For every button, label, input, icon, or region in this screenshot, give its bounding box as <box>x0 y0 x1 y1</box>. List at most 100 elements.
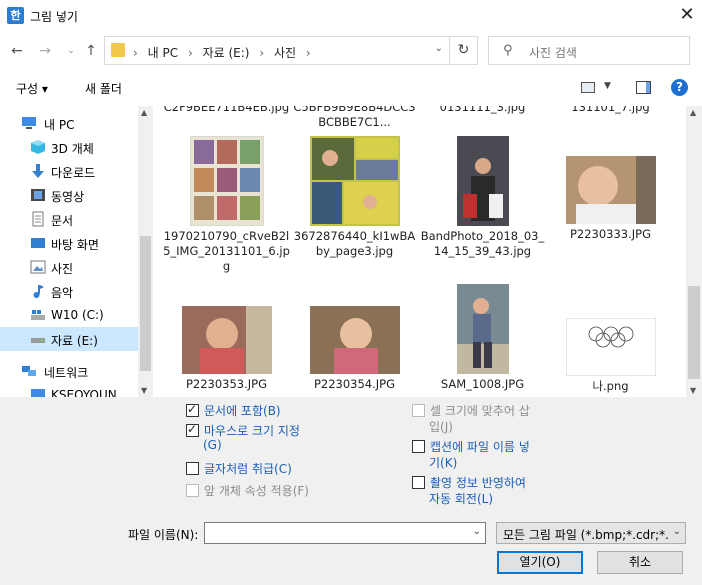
content-scroll-thumb[interactable] <box>688 286 700 379</box>
insert-options-panel: 문서에 포함(B) 마우스로 크기 지정 (G) 글자처럼 취급(C) 앞 개체… <box>0 397 702 585</box>
nav-item-downloads[interactable]: 다운로드 <box>0 159 138 183</box>
view-dropdown-icon[interactable]: ▼ <box>604 81 611 91</box>
back-arrow-icon[interactable]: ← <box>8 42 26 60</box>
checkbox-checked[interactable] <box>186 402 199 417</box>
nav-item-label: KSEOYOUN <box>51 388 117 397</box>
new-folder-button[interactable]: 새 폴더 <box>85 80 122 97</box>
navigation-pane: 내 PC 3D 개체 다운로드 동영상 문서 바탕 화면 사진 음악 W10 (… <box>0 106 153 397</box>
option-label: 자동 회전(L) <box>429 492 494 506</box>
close-icon[interactable]: ✕ <box>672 0 702 32</box>
recent-dropdown-icon[interactable]: ⌄ <box>62 42 80 60</box>
file-item[interactable]: BandPhoto_2018_03_14_15_39_43.jpg <box>419 136 546 259</box>
filetype-select[interactable]: 모든 그림 파일 (*.bmp;*.cdr;*.c ⌄ <box>496 522 686 544</box>
scroll-up-icon[interactable]: ▲ <box>690 108 696 117</box>
breadcrumb-drive-e[interactable]: 자료 (E:) <box>203 46 250 60</box>
include-in-doc-checkbox[interactable]: 문서에 포함(B) <box>186 402 281 419</box>
nav-item-label: 음악 <box>51 286 74 300</box>
search-icon: ⚲ <box>503 43 513 58</box>
checkbox-unchecked[interactable] <box>412 440 425 453</box>
nav-item-3d-objects[interactable]: 3D 개체 <box>0 135 138 159</box>
file-item[interactable]: 나.png <box>547 284 674 394</box>
drive-icon <box>31 338 45 343</box>
command-bar: 구성 ▾ 새 폴더 ▼ ? <box>0 70 702 106</box>
scroll-up-icon[interactable]: ▲ <box>141 108 150 117</box>
breadcrumb: › 내 PC › 자료 (E:) › 사진 › <box>133 44 317 61</box>
refresh-icon[interactable]: ↻ <box>449 37 477 64</box>
help-icon[interactable]: ? <box>671 79 688 96</box>
file-name: 0131111_3.jpg <box>439 106 526 114</box>
filetype-dropdown-icon[interactable]: ⌄ <box>673 526 681 537</box>
nav-item-label: 자료 (E:) <box>51 334 98 348</box>
nav-item-kseoyoun[interactable]: KSEOYOUN <box>0 383 138 397</box>
option-label: 기(K) <box>429 456 458 470</box>
file-name: C5BFB9B9E8B4DCC3BCBBE7C1... <box>293 106 416 129</box>
checkbox-disabled[interactable] <box>186 484 199 497</box>
nav-item-network[interactable]: 네트워크 <box>0 359 138 383</box>
forward-arrow-icon[interactable]: → <box>36 42 54 60</box>
option-label: 캡션에 파일 이름 넣 <box>430 440 530 454</box>
file-item[interactable]: C5BFB9B9E8B4DCC3BCBBE7C1... <box>291 106 418 130</box>
checkbox-unchecked[interactable] <box>186 462 199 475</box>
nav-item-music[interactable]: 음악 <box>0 279 138 303</box>
windows-drive-icon <box>31 310 45 320</box>
pc-icon <box>22 117 36 129</box>
scroll-down-icon[interactable]: ▼ <box>690 386 696 395</box>
up-arrow-icon[interactable]: ↑ <box>82 42 100 60</box>
nav-item-label: 3D 개체 <box>51 142 94 156</box>
organize-menu[interactable]: 구성 ▾ <box>16 80 48 97</box>
file-name: SAM_1008.JPG <box>440 377 525 391</box>
nav-item-label: 문서 <box>51 214 74 228</box>
breadcrumb-separator: › <box>305 46 311 60</box>
preview-pane-icon[interactable] <box>636 81 651 94</box>
nav-item-desktop[interactable]: 바탕 화면 <box>0 231 138 255</box>
breadcrumb-pictures[interactable]: 사진 <box>274 46 296 60</box>
nav-item-drive-e[interactable]: 자료 (E:) <box>0 327 138 351</box>
nav-item-videos[interactable]: 동영상 <box>0 183 138 207</box>
address-bar[interactable]: › 내 PC › 자료 (E:) › 사진 › ⌄ ↻ <box>104 36 478 65</box>
checkbox-checked[interactable] <box>186 422 199 437</box>
scroll-down-icon[interactable]: ▼ <box>141 386 150 395</box>
file-item[interactable]: P2230353.JPG <box>163 284 290 392</box>
size-by-mouse-checkbox[interactable]: 마우스로 크기 지정 <box>186 422 300 439</box>
file-item[interactable]: P2230333.JPG <box>547 136 674 242</box>
auto-rotate-checkbox[interactable]: 촬영 정보 반영하여 <box>412 474 526 491</box>
nav-item-pictures[interactable]: 사진 <box>0 255 138 279</box>
option-label: 촬영 정보 반영하여 <box>430 476 526 490</box>
option-label-continuation: (G) <box>203 438 222 452</box>
filename-input[interactable]: ⌄ <box>204 522 486 544</box>
address-dropdown-icon[interactable]: ⌄ <box>435 43 443 54</box>
content-scrollbar[interactable]: ▲ ▼ <box>686 106 702 397</box>
image-thumbnail <box>309 136 400 226</box>
open-button[interactable]: 열기(O) <box>497 551 583 574</box>
view-mode-icon[interactable] <box>581 82 595 93</box>
breadcrumb-this-pc[interactable]: 내 PC <box>148 46 178 60</box>
file-item[interactable]: 131101_7.jpg <box>547 106 674 115</box>
breadcrumb-separator: › <box>259 46 265 60</box>
nav-item-this-pc[interactable]: 내 PC <box>0 111 138 135</box>
file-item[interactable]: P2230354.JPG <box>291 284 418 392</box>
nav-item-label: 바탕 화면 <box>51 238 99 252</box>
file-item[interactable]: 1970210790_cRveB2l5_IMG_20131101_6.jpg <box>163 135 290 274</box>
file-item[interactable]: C2F9BEE711B4EB.jpg <box>163 106 290 115</box>
nav-scrollbar[interactable]: ▲ ▼ <box>138 106 153 397</box>
file-item[interactable]: 0131111_3.jpg <box>419 106 546 115</box>
checkbox-unchecked[interactable] <box>412 476 425 489</box>
apply-prev-props-checkbox[interactable]: 앞 개체 속성 적용(F) <box>186 482 309 499</box>
caption-filename-checkbox[interactable]: 캡션에 파일 이름 넣 <box>412 438 530 455</box>
checkbox-disabled[interactable] <box>412 404 425 417</box>
nav-item-drive-c[interactable]: W10 (C:) <box>0 303 138 327</box>
file-item[interactable]: 3672876440_kI1wBAby_page3.jpg <box>291 136 418 259</box>
treat-as-char-checkbox[interactable]: 글자처럼 취급(C) <box>186 460 292 477</box>
file-name: P2230353.JPG <box>185 377 268 391</box>
filename-dropdown-icon[interactable]: ⌄ <box>473 526 481 537</box>
fit-cell-checkbox[interactable]: 셀 크기에 맞추어 삽 <box>412 402 530 419</box>
nav-scroll-thumb[interactable] <box>140 236 151 371</box>
cancel-button[interactable]: 취소 <box>597 551 683 574</box>
file-name: P2230333.JPG <box>569 227 652 241</box>
file-item[interactable]: SAM_1008.JPG <box>419 284 546 392</box>
search-box[interactable]: ⚲ 사진 검색 <box>488 36 690 65</box>
option-label-continuation: 자동 회전(L) <box>429 490 493 507</box>
nav-item-documents[interactable]: 문서 <box>0 207 138 231</box>
option-label: 문서에 포함(B) <box>204 404 281 418</box>
search-placeholder: 사진 검색 <box>529 46 577 60</box>
